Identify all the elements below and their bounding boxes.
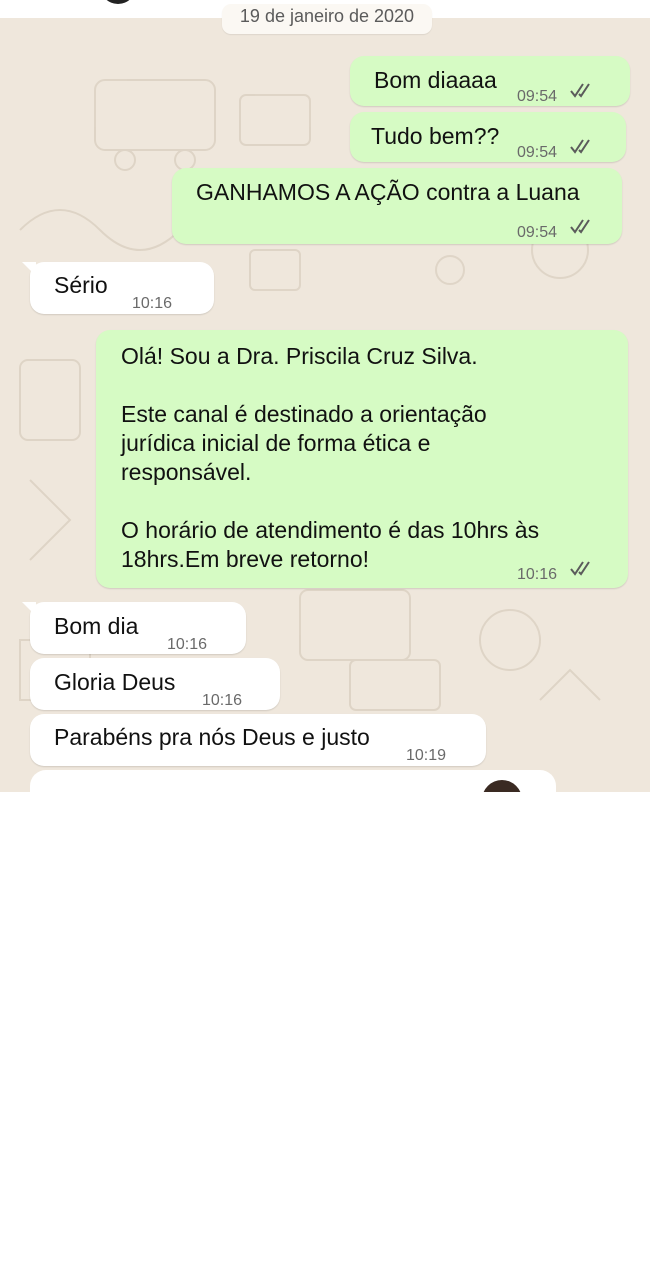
- message-time: 10:16: [132, 295, 173, 312]
- message-time: 10:16: [517, 566, 558, 583]
- message-text: Olá! Sou a Dra. Priscila Cruz Silva. Est…: [121, 343, 540, 572]
- message-text: Sério: [54, 272, 108, 298]
- message-text: Parabéns pra nós Deus e justo: [54, 724, 370, 750]
- message-text: Bom dia: [54, 613, 139, 639]
- message-bubble-outgoing[interactable]: Tudo bem?? 09:54: [350, 112, 626, 162]
- message-bubble-incoming[interactable]: Bom dia 10:16: [22, 602, 246, 654]
- message-bubble-outgoing[interactable]: Bom diaaaa 09:54: [350, 56, 630, 106]
- message-bubble-incoming[interactable]: Sério 10:16: [22, 262, 214, 314]
- double-check-icon: [570, 561, 590, 576]
- date-chip-label: 19 de janeiro de 2020: [239, 6, 415, 26]
- message-bubble-incoming-partial[interactable]: [30, 770, 556, 792]
- message-text: GANHAMOS A AÇÃO contra a Luana: [196, 179, 580, 205]
- date-chip: 19 de janeiro de 2020: [222, 4, 432, 34]
- message-text: Tudo bem??: [371, 123, 500, 149]
- double-check-icon: [570, 139, 590, 154]
- message-time: 10:19: [406, 747, 447, 764]
- message-text: Gloria Deus: [54, 669, 176, 695]
- message-text: Bom diaaaa: [374, 67, 497, 93]
- message-time: 09:54: [517, 224, 558, 241]
- contact-avatar[interactable]: [100, 0, 136, 4]
- double-check-icon: [570, 219, 590, 234]
- bubble-tail: [22, 262, 36, 276]
- double-check-icon: [570, 83, 590, 98]
- message-bubble-incoming[interactable]: Parabéns pra nós Deus e justo 10:19: [30, 714, 486, 766]
- message-time: 09:54: [517, 144, 558, 161]
- message-time: 10:16: [167, 636, 208, 653]
- bubble-tail: [22, 602, 36, 616]
- chat-area[interactable]: 19 de janeiro de 2020 Bom diaaaa 09:54 T…: [0, 0, 650, 792]
- message-bubble-outgoing[interactable]: GANHAMOS A AÇÃO contra a Luana 09:54: [172, 168, 622, 244]
- message-bubble-outgoing[interactable]: Olá! Sou a Dra. Priscila Cruz Silva. Est…: [96, 330, 628, 588]
- message-time: 09:54: [517, 88, 558, 105]
- message-bubble-incoming[interactable]: Gloria Deus 10:16: [30, 658, 280, 710]
- message-time: 10:16: [202, 692, 243, 709]
